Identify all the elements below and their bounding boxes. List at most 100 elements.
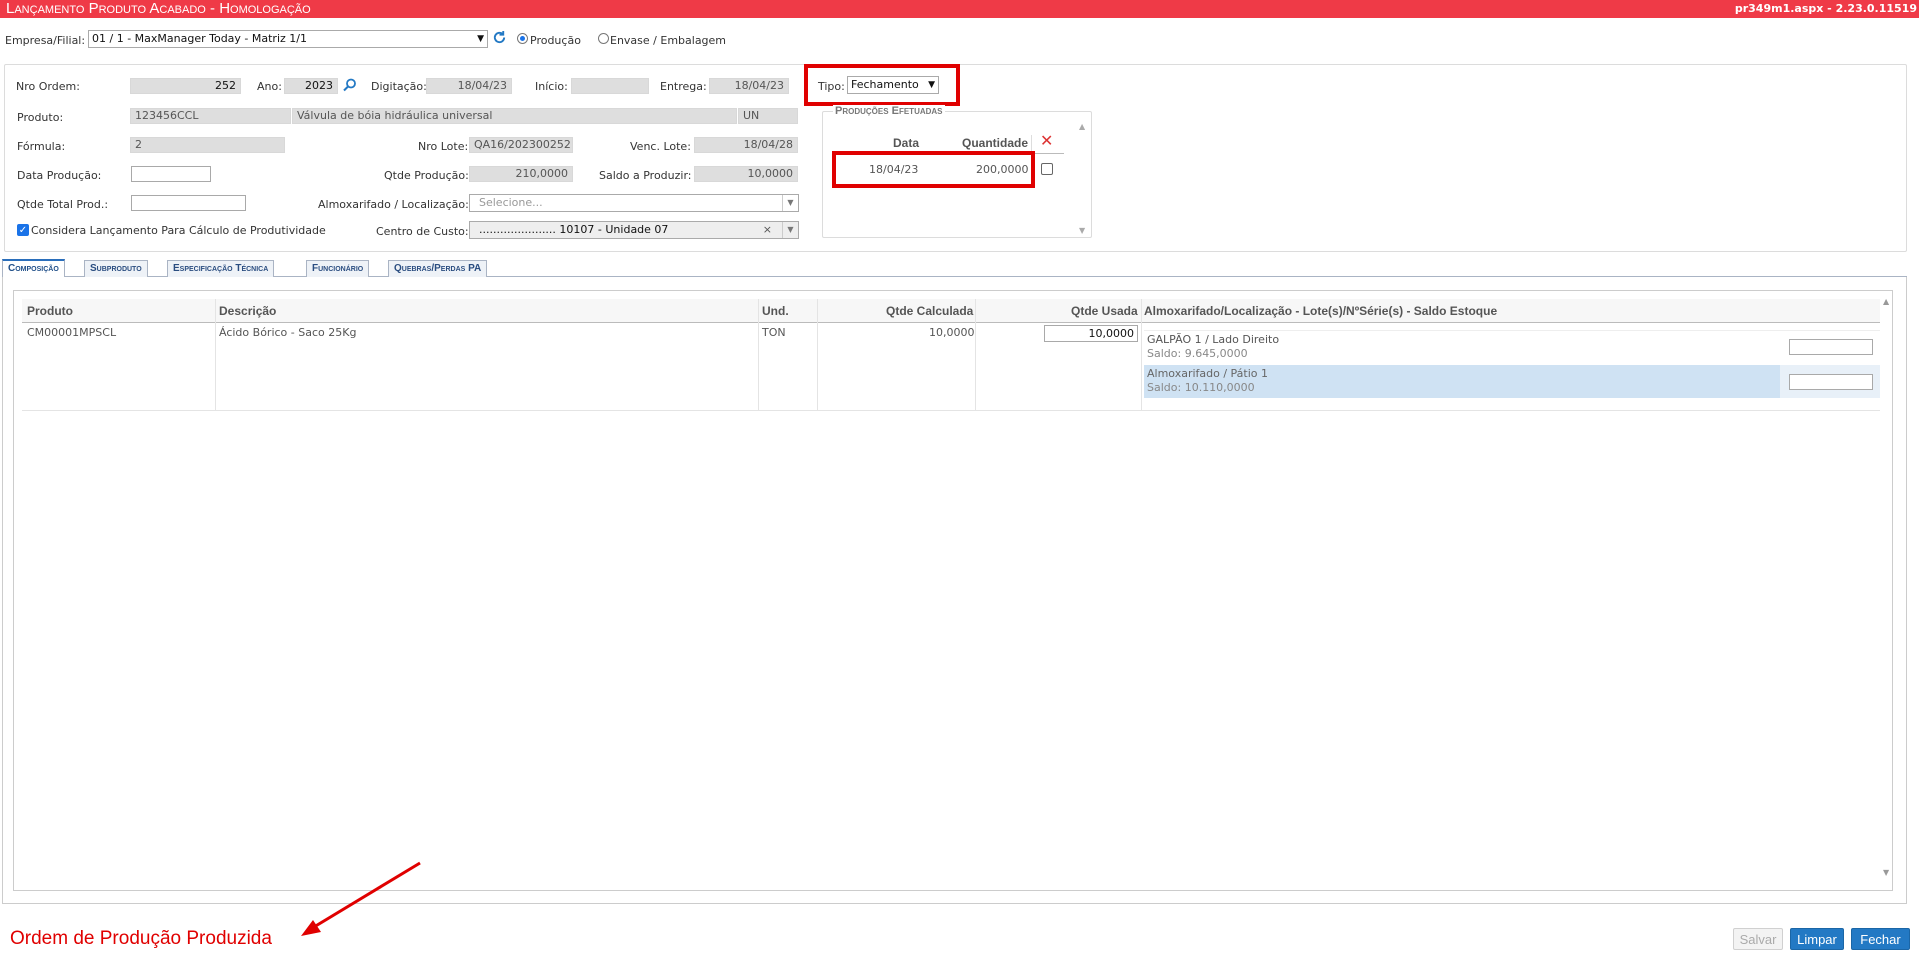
producao-highlight	[832, 151, 1035, 188]
centro-select[interactable]: ...................... 10107 - Unidade 0…	[469, 221, 799, 239]
grid-divider	[817, 299, 818, 411]
clear-icon[interactable]: ×	[763, 222, 772, 238]
almox-placeholder: Selecione...	[479, 196, 543, 209]
digitacao-field: 18/04/23	[426, 78, 512, 94]
row-qtde-calc: 10,0000	[929, 326, 975, 339]
col-qtde-calc: Qtde Calculada	[886, 304, 974, 318]
entrega-label: Entrega:	[660, 80, 707, 93]
chevron-down-icon: ▼	[782, 222, 798, 238]
qtde-total-label: Qtde Total Prod.:	[17, 198, 109, 211]
nro-lote-field: QA16/202300252	[469, 137, 573, 153]
chevron-down-icon: ▼	[782, 195, 798, 211]
data-producao-label: Data Produção:	[17, 169, 102, 182]
location-saldo: Saldo: 9.645,0000	[1147, 347, 1248, 360]
produto-code-field: 123456CCL	[130, 108, 291, 124]
saldo-field: 10,0000	[694, 166, 798, 182]
scroll-up-icon[interactable]: ▲	[1079, 122, 1085, 131]
grid-row-line	[22, 410, 1880, 411]
row-produto: CM00001MPSCL	[27, 326, 117, 339]
producoes-col-data: Data	[893, 136, 920, 150]
produto-un-field: UN	[738, 108, 798, 124]
tipo-label: Tipo:	[818, 80, 845, 93]
entrega-field: 18/04/23	[709, 78, 789, 94]
location-name: GALPÃO 1 / Lado Direito	[1147, 333, 1280, 346]
tab-funcionario[interactable]: Funcionário	[306, 260, 370, 277]
data-producao-input[interactable]	[131, 166, 211, 182]
produto-label: Produto:	[17, 111, 64, 124]
radio-producao-label: Produção	[530, 34, 581, 47]
grid-header-line	[22, 322, 1880, 323]
salvar-button[interactable]: Salvar	[1733, 928, 1783, 950]
scroll-down-icon[interactable]: ▼	[1079, 226, 1085, 235]
fechar-button[interactable]: Fechar	[1851, 928, 1910, 950]
tab-quebras[interactable]: Quebras/Perdas PA	[388, 260, 488, 277]
qtde-total-input[interactable]	[131, 195, 246, 211]
radio-envase-label: Envase / Embalagem	[610, 34, 727, 47]
digitacao-label: Digitação:	[371, 80, 427, 93]
title-bar: Lançamento Produto Acabado - Homologação…	[0, 0, 1919, 18]
col-qtde-usada: Qtde Usada	[1071, 304, 1138, 318]
tipo-value: Fechamento	[851, 78, 919, 91]
nro-ordem-label: Nro Ordem:	[16, 80, 80, 93]
grid-scroll-up-icon[interactable]: ▲	[1883, 297, 1889, 306]
col-almox: Almoxarifado/Localização - Lote(s)/NºSér…	[1144, 304, 1498, 318]
qtde-producao-field: 210,0000	[469, 166, 573, 182]
location-saldo: Saldo: 10.110,0000	[1147, 381, 1255, 394]
annotation-arrow-icon	[301, 861, 421, 936]
tab-composicao[interactable]: Composição	[2, 259, 65, 277]
venc-lote-label: Venc. Lote:	[630, 140, 691, 153]
location-name: Almoxarifado / Pátio 1	[1147, 367, 1269, 380]
produto-desc-field: Válvula de bóia hidráulica universal	[292, 108, 737, 124]
venc-lote-field: 18/04/28	[694, 137, 798, 153]
location-qty-input[interactable]	[1789, 374, 1873, 390]
row-und: TON	[762, 326, 786, 339]
delete-icon[interactable]: ✕	[1040, 131, 1053, 150]
nro-ordem-field[interactable]: 252	[130, 78, 241, 94]
considera-label: Considera Lançamento Para Cálculo de Pro…	[31, 224, 326, 237]
page-title: Lançamento Produto Acabado - Homologação	[6, 0, 311, 17]
centro-label: Centro de Custo:	[376, 225, 469, 238]
tab-especificacao[interactable]: Especificação Técnica	[167, 260, 275, 277]
almox-select[interactable]: Selecione... ▼	[469, 194, 799, 212]
tab-subproduto[interactable]: Subproduto	[84, 260, 148, 277]
formula-field: 2	[130, 137, 285, 153]
almox-label: Almoxarifado / Localização:	[318, 198, 469, 211]
considera-checkbox[interactable]: ✓	[17, 224, 29, 236]
producoes-col-qtd: Quantidade	[962, 136, 1029, 150]
inicio-label: Início:	[535, 80, 568, 93]
grid-divider	[758, 299, 759, 411]
location-qty-input[interactable]	[1789, 339, 1873, 355]
saldo-label: Saldo a Produzir:	[599, 169, 692, 182]
tipo-select[interactable]: Fechamento ▼	[847, 76, 939, 94]
search-icon[interactable]	[343, 78, 357, 92]
qtde-producao-label: Qtde Produção:	[384, 169, 469, 182]
chevron-down-icon: ▼	[928, 80, 935, 90]
grid-divider	[1141, 299, 1142, 411]
col-descricao: Descrição	[219, 304, 277, 318]
chevron-down-icon: ▼	[477, 34, 484, 44]
ano-field[interactable]: 2023	[284, 78, 338, 94]
radio-envase[interactable]	[598, 33, 609, 44]
empresa-label: Empresa/Filial:	[5, 34, 86, 47]
refresh-icon[interactable]	[492, 30, 507, 45]
grid-divider	[975, 299, 976, 411]
annotation-text: Ordem de Produção Produzida	[10, 928, 272, 949]
empresa-select[interactable]: 01 / 1 - MaxManager Today - Matriz 1/1 ▼	[88, 30, 488, 48]
ano-label: Ano:	[257, 80, 282, 93]
producao-checkbox[interactable]	[1041, 163, 1053, 175]
nro-lote-label: Nro Lote:	[418, 140, 469, 153]
centro-value: ...................... 10107 - Unidade 0…	[479, 223, 669, 236]
col-produto: Produto	[27, 304, 73, 318]
formula-label: Fórmula:	[17, 140, 66, 153]
grid-scroll-down-icon[interactable]: ▼	[1883, 868, 1889, 877]
qtde-usada-input[interactable]: 10,0000	[1044, 325, 1138, 342]
limpar-button[interactable]: Limpar	[1790, 928, 1844, 950]
col-und: Und.	[762, 304, 789, 318]
inicio-field	[571, 78, 649, 94]
version-label: pr349m1.aspx - 2.23.0.11519	[1734, 2, 1917, 15]
empresa-value: 01 / 1 - MaxManager Today - Matriz 1/1	[92, 32, 307, 45]
grid-divider	[215, 299, 216, 411]
row-descricao: Ácido Bórico - Saco 25Kg	[219, 326, 357, 339]
radio-producao[interactable]	[517, 33, 528, 44]
producoes-title: Produções Efetuadas	[833, 105, 945, 117]
